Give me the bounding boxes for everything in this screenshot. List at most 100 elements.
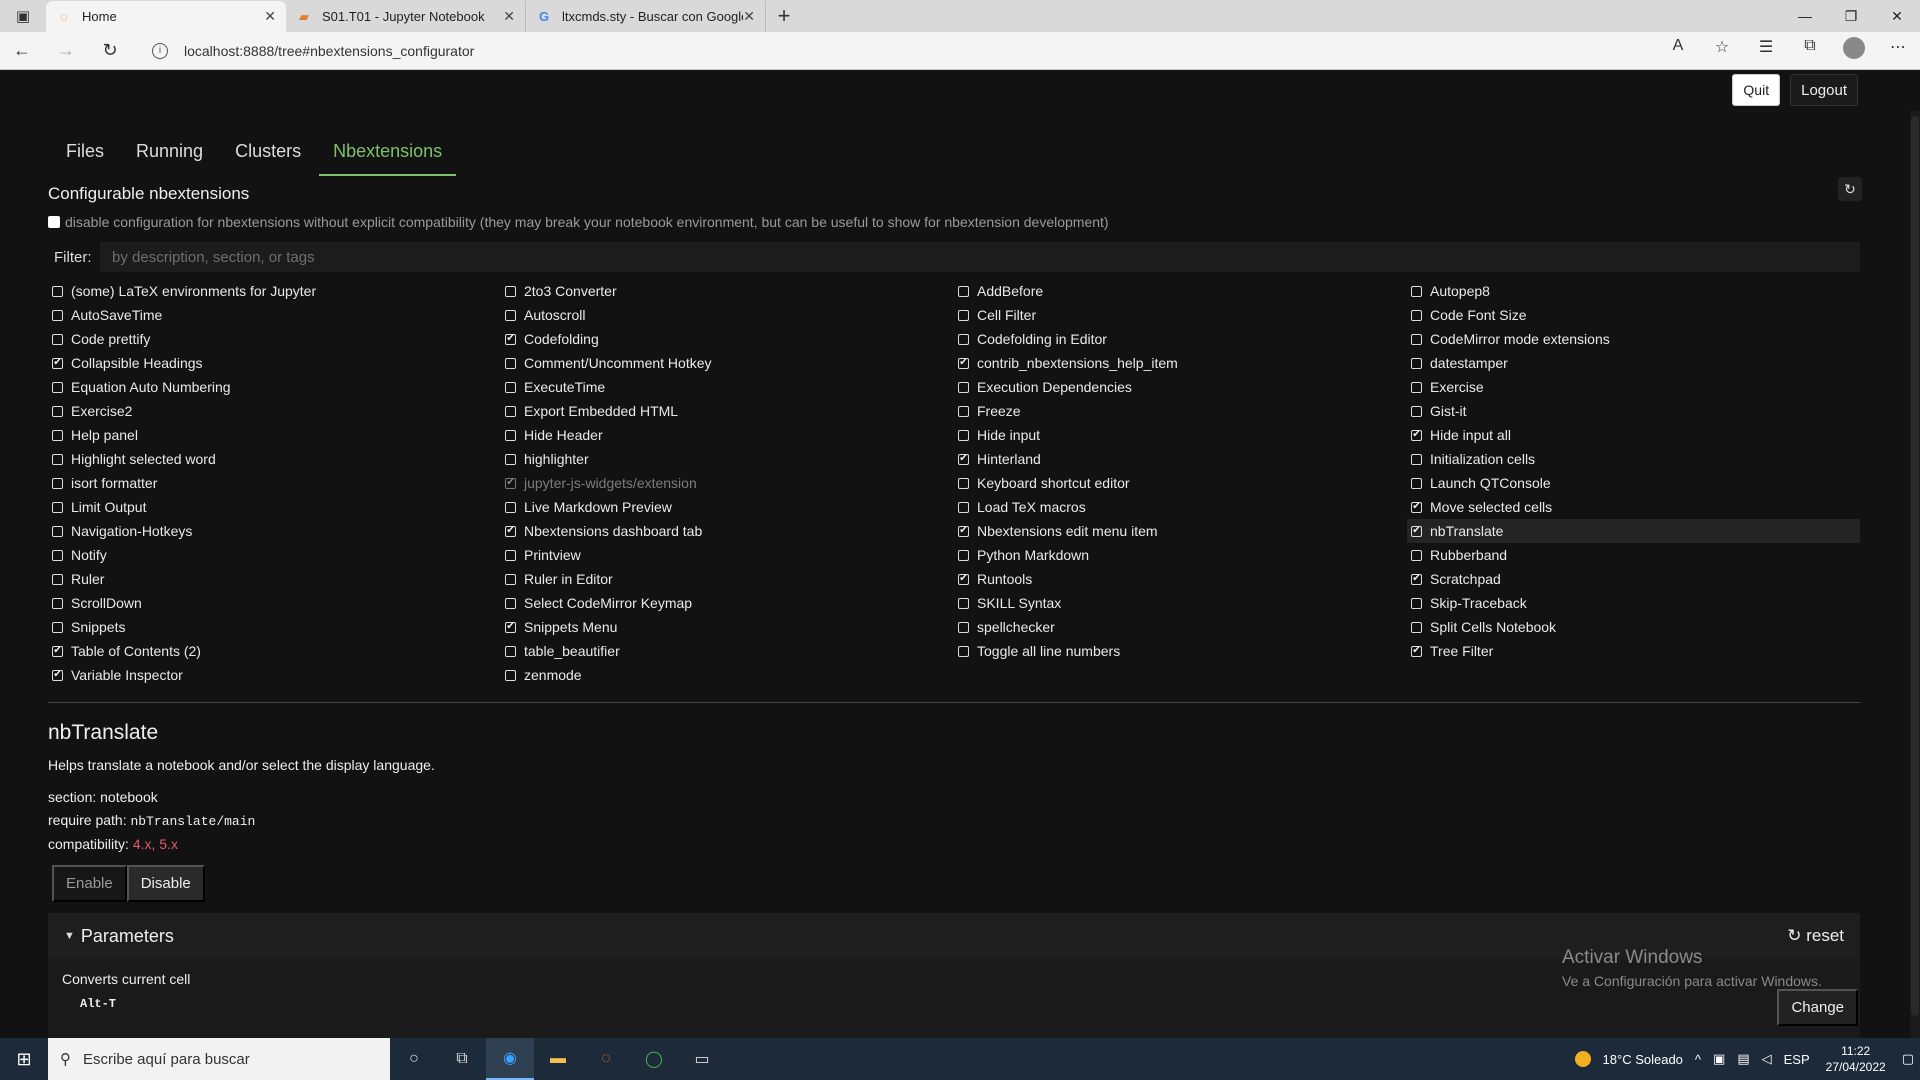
extension-item[interactable]: ✔ Table of Contents (2) (48, 639, 501, 663)
network-icon[interactable]: ▤ (1737, 1051, 1749, 1067)
extension-item[interactable]: ✔ Nbextensions dashboard tab (501, 519, 954, 543)
checkbox-checked-icon[interactable]: ✔ (1411, 501, 1422, 513)
extension-item[interactable]: spellchecker (954, 615, 1407, 639)
extension-item[interactable]: ✔ Nbextensions edit menu item (954, 519, 1407, 543)
edge-icon[interactable]: ◉ (486, 1038, 534, 1080)
checkbox-icon[interactable] (52, 621, 63, 633)
extension-item[interactable]: ✔ jupyter-js-widgets/extension (501, 471, 954, 495)
extension-item[interactable]: Gist-it (1407, 399, 1860, 423)
notifications-icon[interactable]: ▢ (1902, 1051, 1914, 1067)
extension-item[interactable]: ✔ Scratchpad (1407, 567, 1860, 591)
extension-item[interactable]: Notify (48, 543, 501, 567)
clock[interactable]: 11:22 27/04/2022 (1826, 1043, 1886, 1075)
checkbox-checked-icon[interactable]: ✔ (52, 669, 63, 681)
checkbox-icon[interactable] (958, 381, 969, 393)
extension-item[interactable]: Limit Output (48, 495, 501, 519)
checkbox-icon[interactable] (505, 405, 516, 417)
favorites-icon[interactable]: ☰ (1744, 37, 1788, 64)
extension-item[interactable]: ✔ Collapsible Headings (48, 351, 501, 375)
volume-icon[interactable]: ◁ (1762, 1051, 1772, 1067)
checkbox-icon[interactable] (52, 597, 63, 609)
extension-item[interactable]: Ruler (48, 567, 501, 591)
checkbox-icon[interactable] (505, 309, 516, 321)
checkbox-icon[interactable] (52, 381, 63, 393)
checkbox-icon[interactable] (1411, 285, 1422, 297)
checkbox-icon[interactable] (1411, 405, 1422, 417)
extension-item[interactable]: ✔ contrib_nbextensions_help_item (954, 351, 1407, 375)
extension-item[interactable]: Codefolding in Editor (954, 327, 1407, 351)
checkbox-icon[interactable] (1411, 477, 1422, 489)
checkbox-icon[interactable] (505, 429, 516, 441)
extension-item[interactable]: Autoscroll (501, 303, 954, 327)
extension-item[interactable]: Toggle all line numbers (954, 639, 1407, 663)
checkbox-icon[interactable] (52, 429, 63, 441)
extension-item[interactable]: table_beautifier (501, 639, 954, 663)
tab-clusters[interactable]: Clusters (221, 131, 315, 176)
browser-tab-notebook[interactable]: ▰ S01.T01 - Jupyter Notebook ✕ (286, 1, 526, 32)
checkbox-icon[interactable] (958, 549, 969, 561)
extension-item[interactable]: 2to3 Converter (501, 279, 954, 303)
terminal-icon[interactable]: ▭ (678, 1038, 726, 1080)
disable-button[interactable]: Disable (126, 865, 205, 902)
checkbox-icon[interactable] (958, 621, 969, 633)
extension-item[interactable]: Skip-Traceback (1407, 591, 1860, 615)
restore-icon[interactable]: ❐ (1828, 0, 1874, 32)
checkbox-icon[interactable] (505, 453, 516, 465)
checkbox-icon[interactable] (52, 453, 63, 465)
extension-item[interactable]: highlighter (501, 447, 954, 471)
checkbox-icon[interactable] (958, 429, 969, 441)
filter-input[interactable] (100, 242, 1860, 272)
quit-button[interactable]: Quit (1732, 74, 1781, 106)
checkbox-checked-icon[interactable]: ✔ (1411, 645, 1422, 657)
weather-text[interactable]: 18°C Soleado (1603, 1052, 1683, 1067)
minimize-icon[interactable]: — (1782, 0, 1828, 32)
tab-nbextensions[interactable]: Nbextensions (319, 131, 457, 176)
checkbox-checked-icon[interactable]: ✔ (1411, 429, 1422, 441)
checkbox-icon[interactable] (958, 309, 969, 321)
checkbox-checked-icon[interactable]: ✔ (958, 453, 969, 465)
more-icon[interactable]: ⋯ (1876, 37, 1920, 64)
checkbox-icon[interactable] (52, 501, 63, 513)
extension-item[interactable]: ✔ nbTranslate (1407, 519, 1860, 543)
extension-item[interactable]: Comment/Uncomment Hotkey (501, 351, 954, 375)
close-icon[interactable]: ✕ (503, 8, 515, 25)
checkbox-checked-icon[interactable]: ✔ (505, 621, 516, 633)
windows-start-icon[interactable]: ⊞ (0, 1049, 48, 1070)
checkbox-icon[interactable] (505, 573, 516, 585)
extension-item[interactable]: CodeMirror mode extensions (1407, 327, 1860, 351)
checkbox-checked-icon[interactable]: ✔ (958, 357, 969, 369)
extension-item[interactable]: Code Font Size (1407, 303, 1860, 327)
compat-checkbox[interactable] (48, 216, 60, 228)
extension-item[interactable]: Split Cells Notebook (1407, 615, 1860, 639)
extension-item[interactable]: Ruler in Editor (501, 567, 954, 591)
checkbox-icon[interactable] (52, 573, 63, 585)
extension-item[interactable]: (some) LaTeX environments for Jupyter (48, 279, 501, 303)
close-icon[interactable]: ✕ (743, 8, 755, 25)
extension-item[interactable]: Equation Auto Numbering (48, 375, 501, 399)
checkbox-icon[interactable] (958, 333, 969, 345)
checkbox-icon[interactable] (52, 309, 63, 321)
checkbox-icon[interactable] (505, 501, 516, 513)
checkbox-icon[interactable] (505, 645, 516, 657)
cortana-icon[interactable]: ○ (390, 1038, 438, 1080)
new-tab-icon[interactable]: + (766, 0, 802, 32)
extension-item[interactable]: Code prettify (48, 327, 501, 351)
add-favorite-icon[interactable]: ☆ (1700, 37, 1744, 64)
close-icon[interactable]: ✕ (264, 8, 276, 25)
checkbox-icon[interactable] (52, 477, 63, 489)
profile-icon[interactable] (1832, 37, 1876, 64)
extension-item[interactable]: ✔ Snippets Menu (501, 615, 954, 639)
extension-item[interactable]: Export Embedded HTML (501, 399, 954, 423)
extension-item[interactable]: Highlight selected word (48, 447, 501, 471)
extension-item[interactable]: Select CodeMirror Keymap (501, 591, 954, 615)
checkbox-icon[interactable] (1411, 333, 1422, 345)
checkbox-icon[interactable] (505, 597, 516, 609)
checkbox-icon[interactable] (1411, 549, 1422, 561)
extension-item[interactable]: datestamper (1407, 351, 1860, 375)
extension-item[interactable]: Cell Filter (954, 303, 1407, 327)
checkbox-icon[interactable] (958, 597, 969, 609)
checkbox-icon[interactable] (1411, 381, 1422, 393)
extension-item[interactable]: ✔ Codefolding (501, 327, 954, 351)
jupyter-taskbar-icon[interactable]: ◌ (582, 1038, 630, 1080)
checkbox-icon[interactable] (52, 405, 63, 417)
